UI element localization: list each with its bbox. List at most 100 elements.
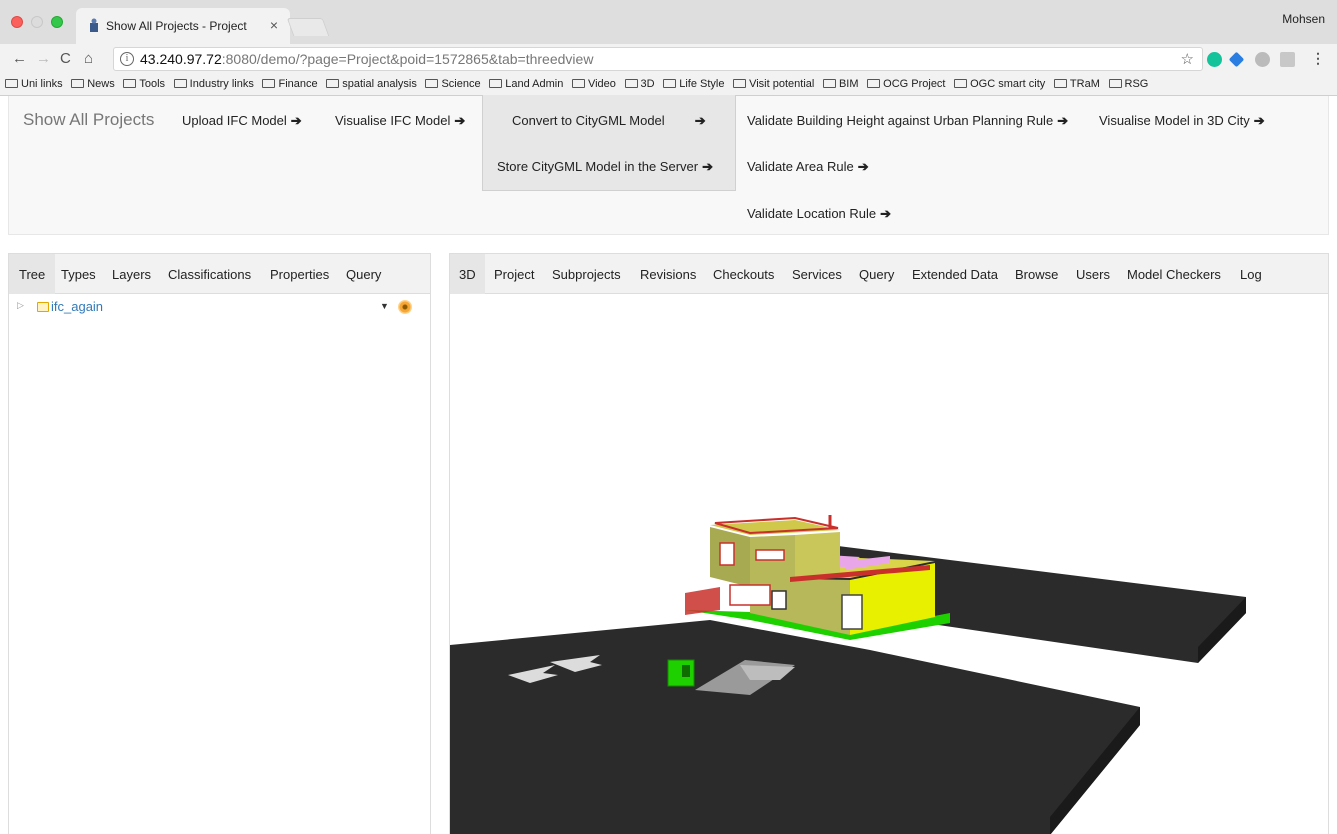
folder-icon xyxy=(733,79,747,88)
maximize-window-button[interactable] xyxy=(51,16,63,28)
close-window-button[interactable] xyxy=(11,16,23,28)
folder-icon xyxy=(663,79,677,88)
extension-diamond-icon[interactable] xyxy=(1228,51,1245,68)
fence xyxy=(685,587,720,615)
tree-node-label[interactable]: ifc_again xyxy=(51,299,103,314)
tab-browse[interactable]: Browse xyxy=(1015,267,1058,282)
url-path: :8080/demo/?page=Project&poid=1572865&ta… xyxy=(221,51,594,67)
visualise-ifc-link[interactable]: Visualise IFC Model ➔ xyxy=(335,113,465,129)
tab-log[interactable]: Log xyxy=(1240,267,1262,282)
folder-icon xyxy=(954,79,968,88)
left-tabbar: Tree Types Layers Classifications Proper… xyxy=(9,254,430,294)
validate-height-link[interactable]: Validate Building Height against Urban P… xyxy=(747,113,1068,129)
site-info-icon[interactable]: i xyxy=(120,52,134,66)
bookmark-folder[interactable]: BIM xyxy=(822,78,859,90)
bookmark-folder[interactable]: News xyxy=(71,78,115,90)
bookmark-folder[interactable]: Uni links xyxy=(5,78,63,90)
folder-icon xyxy=(326,79,340,88)
bookmarks-bar: Uni links News Tools Industry links Fina… xyxy=(0,74,1337,96)
bookmark-folder[interactable]: OGC smart city xyxy=(954,78,1045,90)
app-navbar: Show All Projects Upload IFC Model ➔ Visu… xyxy=(8,95,1329,235)
road-main xyxy=(450,620,1140,834)
tab-revisions[interactable]: Revisions xyxy=(640,267,696,282)
folder-icon xyxy=(37,302,49,312)
drive-extension-icon[interactable] xyxy=(1255,52,1270,67)
bookmark-folder[interactable]: Video xyxy=(571,78,616,90)
bookmark-folder[interactable]: Visit potential xyxy=(733,78,814,90)
folder-icon xyxy=(624,79,638,88)
browser-menu-icon[interactable]: ⋮ xyxy=(1311,50,1325,67)
tab-types[interactable]: Types xyxy=(61,267,96,282)
tab-services[interactable]: Services xyxy=(792,267,842,282)
window xyxy=(719,542,735,566)
tab-model-checkers[interactable]: Model Checkers xyxy=(1127,267,1221,282)
tab-classifications[interactable]: Classifications xyxy=(168,267,251,282)
bookmark-folder[interactable]: spatial analysis xyxy=(326,78,417,90)
tab-3d[interactable]: 3D xyxy=(450,254,485,294)
convert-citygml-link[interactable]: Convert to CityGML Model ➔ xyxy=(512,113,706,129)
tab-users[interactable]: Users xyxy=(1076,267,1110,282)
project-panel: 3D Project Subprojects Revisions Checkou… xyxy=(449,253,1329,834)
folder-icon xyxy=(1053,79,1067,88)
bookmark-folder[interactable]: Land Admin xyxy=(489,78,563,90)
bookmark-folder[interactable]: TRaM xyxy=(1053,78,1100,90)
tab-close-icon[interactable]: × xyxy=(270,17,278,33)
tab-title: Show All Projects - Project xyxy=(106,19,247,33)
bookmark-folder[interactable]: OCG Project xyxy=(867,78,946,90)
grammarly-extension-icon[interactable] xyxy=(1207,52,1222,67)
bookmark-folder[interactable]: Industry links xyxy=(173,78,254,90)
profile-name[interactable]: Mohsen xyxy=(1282,12,1325,26)
visualise-3d-city-link[interactable]: Visualise Model in 3D City ➔ xyxy=(1099,113,1265,129)
tree-node-root[interactable]: ▷ ifc_again ▼ xyxy=(17,299,422,317)
extension-g-icon[interactable] xyxy=(1280,52,1295,67)
new-tab-button[interactable] xyxy=(286,18,330,36)
tab-query[interactable]: Query xyxy=(859,267,894,282)
arrow-right-icon: ➔ xyxy=(857,159,869,174)
folder-icon xyxy=(489,79,503,88)
folder-icon xyxy=(5,79,18,88)
expand-caret-icon[interactable]: ▷ xyxy=(17,300,24,311)
3d-scene[interactable] xyxy=(450,295,1329,834)
validate-location-link[interactable]: Validate Location Rule ➔ xyxy=(747,206,891,222)
meter-box xyxy=(667,659,695,687)
bookmark-folder[interactable]: Finance xyxy=(262,78,318,90)
folder-icon xyxy=(425,79,439,88)
tab-tree[interactable]: Tree xyxy=(9,254,56,294)
tab-properties[interactable]: Properties xyxy=(270,267,329,282)
tab-checkouts[interactable]: Checkouts xyxy=(713,267,774,282)
show-all-projects-link[interactable]: Show All Projects xyxy=(23,110,154,130)
arrow-right-icon: ➔ xyxy=(290,113,302,128)
bookmark-folder[interactable]: Tools xyxy=(123,78,165,90)
tab-layers[interactable]: Layers xyxy=(112,267,151,282)
back-arrow-icon[interactable]: ← xyxy=(12,50,27,67)
visibility-eye-icon[interactable] xyxy=(398,300,412,314)
bookmark-star-icon[interactable]: ☆ xyxy=(1181,50,1194,68)
reload-icon[interactable]: C xyxy=(60,50,71,67)
upper-right-wall xyxy=(795,532,840,580)
url-text[interactable]: 43.240.97.72:8080/demo/?page=Project&poi… xyxy=(140,51,593,67)
upload-ifc-link[interactable]: Upload IFC Model ➔ xyxy=(182,113,302,129)
3d-viewer-canvas[interactable] xyxy=(450,295,1329,834)
browser-tab-active[interactable]: Show All Projects - Project × xyxy=(76,8,290,44)
home-icon[interactable]: ⌂ xyxy=(84,50,93,67)
store-citygml-link[interactable]: Store CityGML Model in the Server ➔ xyxy=(497,159,713,175)
bookmark-folder[interactable]: RSG xyxy=(1108,78,1148,90)
tab-query[interactable]: Query xyxy=(346,267,381,282)
folder-icon xyxy=(173,79,187,88)
upper-front-wall xyxy=(750,535,795,587)
validate-area-link[interactable]: Validate Area Rule ➔ xyxy=(747,159,869,175)
address-bar[interactable]: i 43.240.97.72:8080/demo/?page=Project&p… xyxy=(113,47,1203,71)
folder-icon xyxy=(822,79,836,88)
arrow-right-icon: ➔ xyxy=(702,159,713,174)
dropdown-caret-icon[interactable]: ▼ xyxy=(380,301,389,311)
bookmark-folder[interactable]: 3D xyxy=(624,78,655,90)
meter-box-door xyxy=(682,665,690,677)
tab-extended-data[interactable]: Extended Data xyxy=(912,267,998,282)
tab-project[interactable]: Project xyxy=(494,267,534,282)
arrow-right-icon: ➔ xyxy=(880,206,892,221)
tab-subprojects[interactable]: Subprojects xyxy=(552,267,621,282)
minimize-window-button[interactable] xyxy=(31,16,43,28)
forward-arrow-icon[interactable]: → xyxy=(36,50,51,67)
bookmark-folder[interactable]: Science xyxy=(425,78,481,90)
bookmark-folder[interactable]: Life Style xyxy=(663,78,724,90)
